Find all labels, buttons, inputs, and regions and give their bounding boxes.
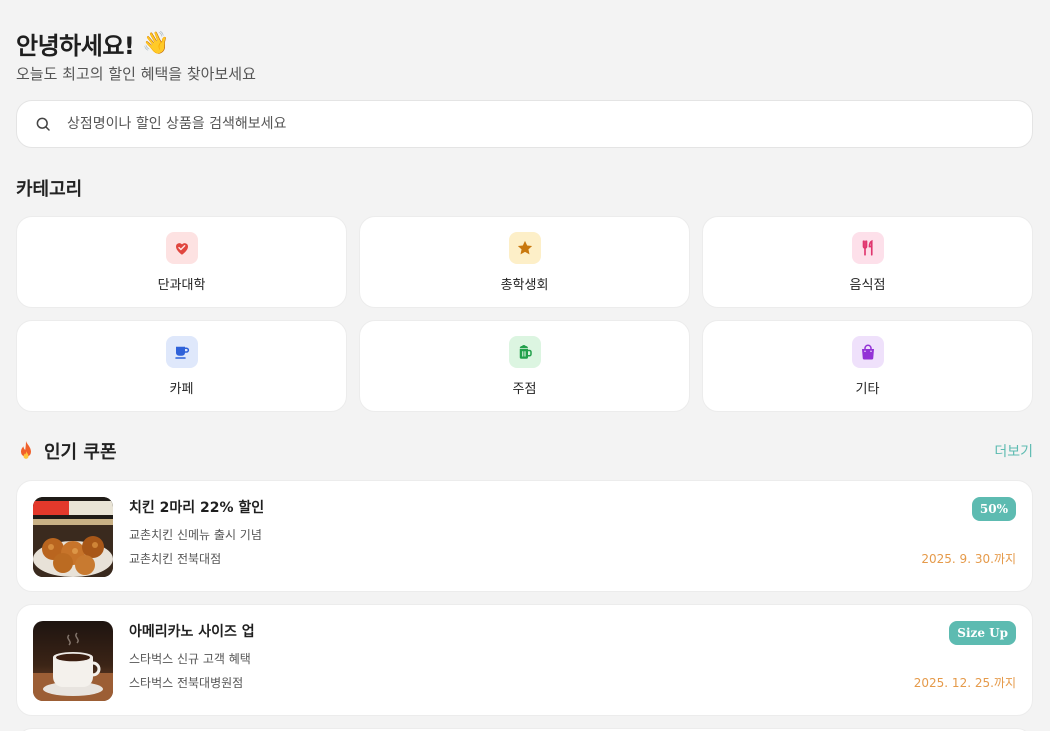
category-student-council[interactable]: 총학생회 <box>359 216 690 308</box>
category-college[interactable]: 단과대학 <box>16 216 347 308</box>
category-section-title: 카테고리 <box>16 179 83 200</box>
fried-chicken-image <box>33 497 113 577</box>
greeting-subtitle: 오늘도 최고의 할인 혜택을 찾아보세요 <box>16 65 256 83</box>
coupon-store: 스타벅스 전북대병원점 <box>129 676 244 690</box>
waving-hand-icon: 👋 <box>142 31 170 56</box>
greeting-text: 안녕하세요! <box>16 32 135 60</box>
discount-badge: 50% <box>971 497 1016 521</box>
search-input[interactable] <box>67 116 967 132</box>
coupon-description: 교촌치킨 신메뉴 출시 기념 <box>129 528 262 542</box>
beer-icon <box>508 336 541 368</box>
fire-icon <box>21 441 31 459</box>
coupon-expiry: 2025. 12. 25.까지 <box>913 676 1016 690</box>
coupon-list: 치킨 2마리 22% 할인 교촌치킨 신메뉴 출시 기념 교촌치킨 전북대점 5… <box>16 480 1033 731</box>
greeting-heading: 안녕하세요! 👋 <box>16 26 170 61</box>
heart-handshake-icon <box>165 232 198 264</box>
size-up-badge: Size Up <box>949 621 1016 645</box>
popular-coupons-label: 인기 쿠폰 <box>44 442 117 463</box>
popular-coupons-title: 인기 쿠폰 <box>16 438 117 464</box>
americano-image <box>33 621 113 701</box>
popular-coupons-header: 인기 쿠폰 더보기 <box>16 438 1033 464</box>
category-label: 단과대학 <box>157 278 206 293</box>
coupon-card[interactable]: 아메리카노 사이즈 업 스타벅스 신규 고객 혜택 스타벅스 전북대병원점 Si… <box>16 604 1033 716</box>
category-cafe[interactable]: 카페 <box>16 320 347 412</box>
category-etc[interactable]: 기타 <box>702 320 1033 412</box>
coupon-title: 치킨 2마리 22% 할인 <box>129 500 265 516</box>
category-label: 음식점 <box>849 278 886 293</box>
view-more-link[interactable]: 더보기 <box>994 441 1033 461</box>
utensils-icon <box>851 232 884 264</box>
category-label: 총학생회 <box>500 278 549 293</box>
coupon-card[interactable]: 치킨 2마리 22% 할인 교촌치킨 신메뉴 출시 기념 교촌치킨 전북대점 5… <box>16 480 1033 592</box>
category-pub[interactable]: 주점 <box>359 320 690 412</box>
coupon-title: 아메리카노 사이즈 업 <box>129 624 255 640</box>
category-label: 카페 <box>169 382 194 397</box>
search-bar[interactable] <box>16 100 1033 148</box>
search-icon <box>36 117 50 131</box>
category-label: 기타 <box>855 382 880 397</box>
category-label: 주점 <box>512 382 537 397</box>
coupon-expiry: 2025. 9. 30.까지 <box>921 552 1016 566</box>
shopping-bag-icon <box>851 336 884 368</box>
coffee-icon <box>165 336 198 368</box>
coupon-description: 스타벅스 신규 고객 혜택 <box>129 652 251 666</box>
star-icon <box>508 232 541 264</box>
category-restaurant[interactable]: 음식점 <box>702 216 1033 308</box>
coupon-store: 교촌치킨 전북대점 <box>129 552 222 566</box>
category-grid: 단과대학 총학생회 음식점 카페 주점 기타 <box>16 216 1033 412</box>
